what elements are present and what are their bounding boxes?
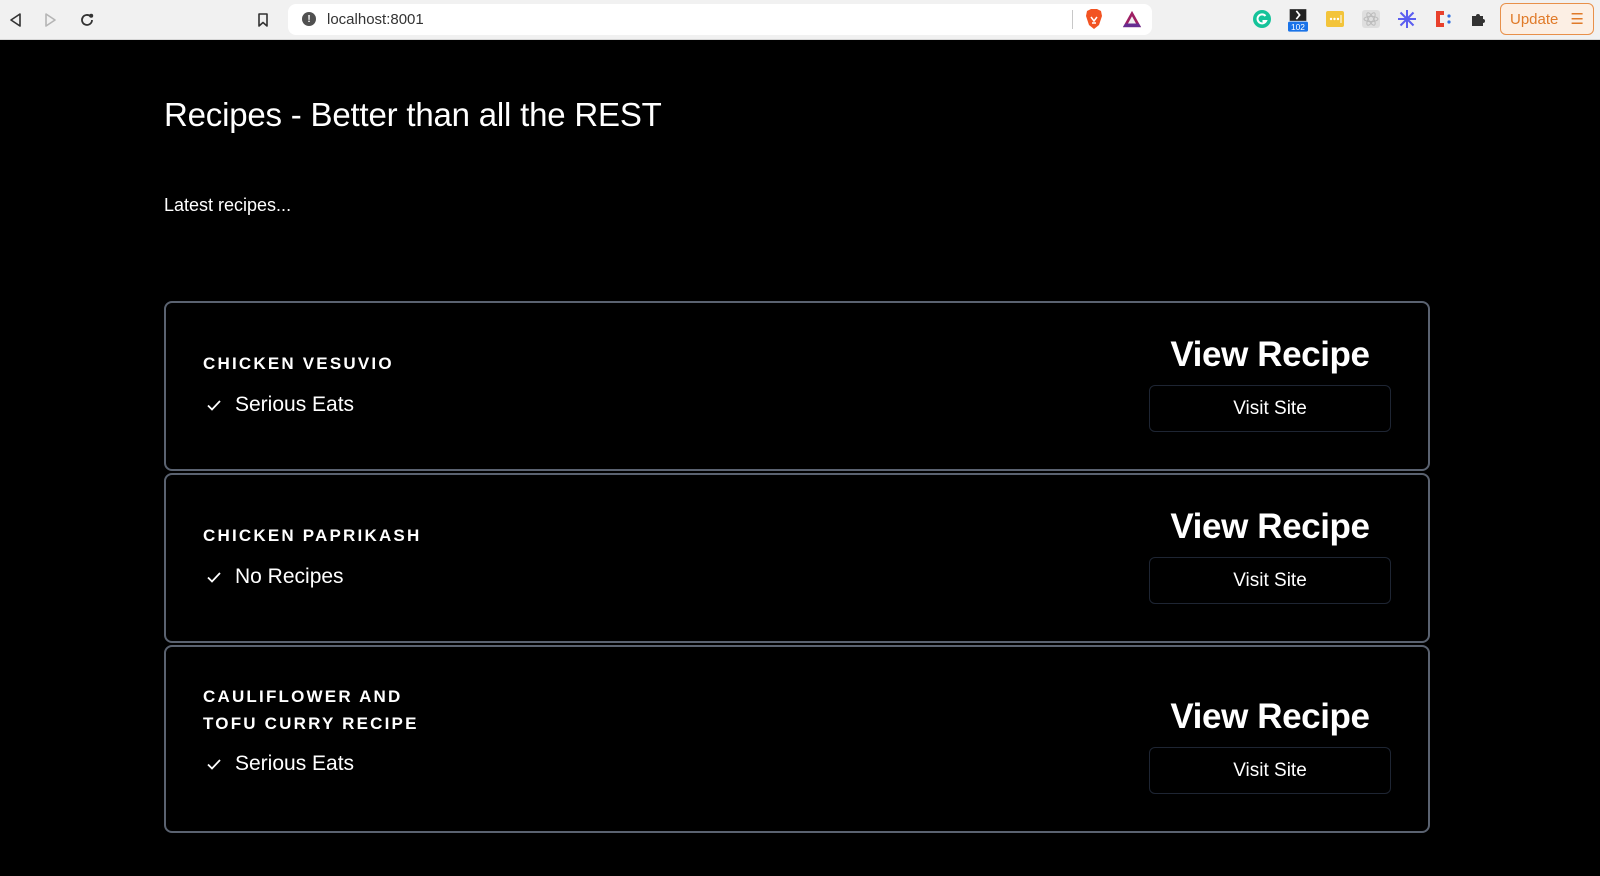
recipe-card: Chicken Vesuvio Serious Eats View Recipe…: [164, 301, 1430, 471]
check-icon: [207, 400, 221, 411]
page-title: Recipes - Better than all the REST: [164, 96, 662, 133]
reload-icon: [81, 13, 94, 26]
back-button[interactable]: [4, 8, 28, 32]
extension-react-devtools[interactable]: [1361, 9, 1381, 29]
extension-c[interactable]: [1433, 9, 1453, 29]
recipe-source: No Recipes: [235, 565, 344, 588]
snowflake-extension-icon: [1398, 10, 1416, 28]
forward-icon: [45, 13, 56, 27]
extensions-puzzle-icon: [1472, 14, 1485, 26]
browser-toolbar: ! localhost:8001 102 Update ☰: [0, 0, 1600, 40]
recipe-actions: View Recipe Visit Site: [1149, 697, 1391, 794]
view-recipe-link[interactable]: View Recipe: [1149, 697, 1391, 737]
view-recipe-link[interactable]: View Recipe: [1149, 335, 1391, 375]
recipe-source-row: No Recipes: [203, 565, 603, 589]
bat-triangle-icon: [1122, 10, 1142, 28]
recipe-source: Serious Eats: [235, 393, 355, 416]
hamburger-menu-icon: ☰: [1570, 11, 1584, 28]
visit-site-button[interactable]: Visit Site: [1149, 385, 1391, 432]
react-devtools-icon: [1362, 10, 1380, 28]
url-text[interactable]: localhost:8001: [327, 11, 424, 28]
latest-recipes-label: Latest recipes...: [164, 195, 292, 215]
extension-badge-icon: 102: [1288, 9, 1308, 32]
url-divider: [1072, 10, 1073, 29]
brave-lion-icon: [1086, 9, 1102, 29]
recipe-card: Cauliflower and Tofu Curry Recipe Seriou…: [164, 645, 1430, 833]
forward-button[interactable]: [38, 8, 62, 32]
back-icon: [10, 13, 21, 27]
brave-shields-button[interactable]: [1084, 9, 1104, 29]
recipe-list: Chicken Vesuvio Serious Eats View Recipe…: [164, 301, 1430, 835]
address-bar[interactable]: ! localhost:8001: [288, 4, 1152, 35]
reload-button[interactable]: [75, 8, 99, 32]
check-icon: [207, 572, 221, 583]
recipe-source-row: Serious Eats: [203, 393, 603, 417]
c-extension-icon: [1436, 11, 1451, 27]
extension-password-manager[interactable]: [1325, 9, 1345, 29]
recipe-actions: View Recipe Visit Site: [1149, 507, 1391, 604]
site-info-icon[interactable]: !: [302, 12, 316, 26]
recipe-info: Chicken Vesuvio Serious Eats: [203, 350, 603, 417]
extension-snowflake[interactable]: [1397, 9, 1417, 29]
password-manager-icon: [1326, 11, 1344, 27]
recipe-source-row: Serious Eats: [203, 752, 443, 776]
view-recipe-link[interactable]: View Recipe: [1149, 507, 1391, 547]
recipe-actions: View Recipe Visit Site: [1149, 335, 1391, 432]
recipe-title: Cauliflower and Tofu Curry Recipe: [203, 687, 419, 733]
update-label: Update: [1510, 10, 1559, 28]
bookmark-icon: [258, 13, 268, 27]
extension-badge-count: 102: [1291, 22, 1305, 32]
recipe-info: Cauliflower and Tofu Curry Recipe Seriou…: [203, 683, 443, 776]
update-button[interactable]: Update ☰: [1500, 3, 1594, 35]
brave-rewards-button[interactable]: [1122, 9, 1142, 29]
recipe-title: Chicken Vesuvio: [203, 354, 394, 373]
extension-with-badge[interactable]: 102: [1288, 6, 1308, 34]
recipe-source: Serious Eats: [235, 752, 355, 775]
extension-grammarly[interactable]: [1252, 9, 1272, 29]
recipe-info: Chicken Paprikash No Recipes: [203, 522, 603, 589]
grammarly-icon: [1253, 10, 1271, 28]
bookmark-button[interactable]: [251, 8, 275, 32]
visit-site-button[interactable]: Visit Site: [1149, 557, 1391, 604]
recipe-card: Chicken Paprikash No Recipes View Recipe…: [164, 473, 1430, 643]
extensions-menu-button[interactable]: [1469, 9, 1489, 29]
check-icon: [207, 759, 221, 770]
visit-site-button[interactable]: Visit Site: [1149, 747, 1391, 794]
recipe-title: Chicken Paprikash: [203, 526, 422, 545]
